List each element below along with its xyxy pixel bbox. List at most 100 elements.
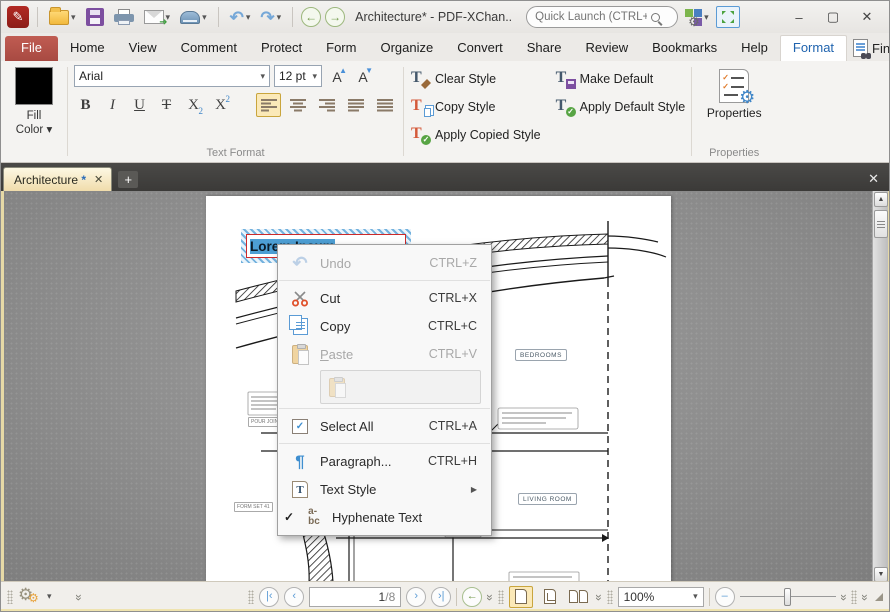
font-size-select[interactable]: 12 pt ▾ xyxy=(274,65,322,87)
properties-button[interactable]: ✓ ✓ ⚙ Properties xyxy=(701,65,768,124)
font-family-select[interactable]: Arial ▾ xyxy=(74,65,270,87)
tab-convert[interactable]: Convert xyxy=(445,36,515,61)
scrollbar-thumb[interactable] xyxy=(874,210,888,238)
tab-share[interactable]: Share xyxy=(515,36,574,61)
previous-view-button[interactable]: ← xyxy=(462,587,482,607)
chevron-down-icon[interactable]: ▾ xyxy=(704,12,709,23)
scroll-down-button[interactable]: ▼ xyxy=(874,567,888,582)
tab-close-icon[interactable]: ✕ xyxy=(94,173,103,186)
tab-home[interactable]: Home xyxy=(58,36,117,61)
overflow-button[interactable]: » xyxy=(858,594,872,600)
zoom-level-select[interactable]: 100% ▾ xyxy=(618,587,704,607)
scan-button[interactable]: ▾ xyxy=(177,4,210,30)
tab-view[interactable]: View xyxy=(117,36,169,61)
align-center-button[interactable] xyxy=(285,93,310,117)
chevron-down-icon[interactable]: ▾ xyxy=(202,12,207,23)
menu-item-paste[interactable]: Paste CTRL+V xyxy=(278,340,491,368)
minimize-button[interactable]: – xyxy=(783,5,815,29)
new-tab-button[interactable]: + xyxy=(118,171,138,188)
close-button[interactable]: ✕ xyxy=(851,5,883,29)
more-options-button[interactable]: » xyxy=(483,594,497,600)
more-zoom-button[interactable]: » xyxy=(836,594,850,600)
zoom-out-button[interactable]: – xyxy=(715,587,735,607)
tab-comment[interactable]: Comment xyxy=(169,36,249,61)
menu-item-undo[interactable]: ↶ Undo CTRL+Z xyxy=(278,249,491,277)
two-page-view-button[interactable] xyxy=(567,586,591,608)
italic-button[interactable]: I xyxy=(101,93,124,117)
continuous-view-button[interactable] xyxy=(538,586,562,608)
menu-item-hyphenate-text[interactable]: ✓ a-bc Hyphenate Text xyxy=(278,503,491,531)
ui-options-button[interactable]: ⚙ ▾ xyxy=(682,4,712,30)
grow-font-button[interactable]: A▲ xyxy=(326,65,348,87)
chevron-down-icon[interactable]: ▾ xyxy=(47,591,52,602)
tab-bookmarks[interactable]: Bookmarks xyxy=(640,36,729,61)
toolbar-grip[interactable] xyxy=(7,590,13,604)
bold-button[interactable]: B xyxy=(74,93,97,117)
menu-item-cut[interactable]: Cut CTRL+X xyxy=(278,284,491,312)
email-button[interactable]: ▾ xyxy=(141,4,174,30)
apply-copied-style-button[interactable]: T✓ Apply Copied Style xyxy=(410,123,541,147)
apply-default-style-button[interactable]: T✓ Apply Default Style xyxy=(555,95,686,119)
tab-form[interactable]: Form xyxy=(314,36,368,61)
chevron-down-icon[interactable]: ▾ xyxy=(246,12,251,23)
subscript-button[interactable]: X2 xyxy=(182,93,205,117)
menu-item-paragraph[interactable]: ¶ Paragraph... CTRL+H xyxy=(278,447,491,475)
fill-color-button[interactable]: Fill Color ▾ xyxy=(16,109,52,138)
tab-organize[interactable]: Organize xyxy=(368,36,445,61)
fullscreen-button[interactable] xyxy=(716,6,740,28)
tab-format[interactable]: Format xyxy=(780,35,847,61)
tab-help[interactable]: Help xyxy=(729,36,780,61)
redo-button[interactable]: ↷▾ xyxy=(257,4,284,30)
quick-launch-box[interactable] xyxy=(526,6,678,28)
save-button[interactable] xyxy=(83,4,107,30)
app-logo-icon[interactable]: ✎ xyxy=(7,6,29,28)
fill-color-swatch[interactable] xyxy=(15,67,53,105)
close-document-button[interactable]: ✕ xyxy=(860,171,887,191)
toolbar-grip[interactable] xyxy=(498,590,504,604)
print-button[interactable] xyxy=(111,4,137,30)
tab-review[interactable]: Review xyxy=(573,36,640,61)
history-forward-button[interactable]: → xyxy=(325,7,345,27)
expand-toolbar-button[interactable]: » xyxy=(71,594,85,600)
menu-item-copy[interactable]: Copy CTRL+C xyxy=(278,312,491,340)
first-page-button[interactable]: |‹ xyxy=(259,587,279,607)
document-canvas[interactable]: BEDROOMS LIVING ROOM POUR JOINT FORM SET… xyxy=(1,191,890,583)
undo-button[interactable]: ↶▾ xyxy=(227,4,254,30)
menu-item-text-style[interactable]: T Text Style ▶ xyxy=(278,475,491,503)
align-right-button[interactable] xyxy=(314,93,339,117)
justify-button[interactable] xyxy=(343,93,368,117)
tab-file[interactable]: File xyxy=(5,36,58,61)
zoom-slider[interactable] xyxy=(740,587,836,607)
superscript-button[interactable]: X2 xyxy=(209,93,232,117)
justify-all-button[interactable] xyxy=(372,93,397,117)
previous-page-button[interactable]: ‹ xyxy=(284,587,304,607)
history-back-button[interactable]: ← xyxy=(301,7,321,27)
chevron-down-icon[interactable]: ▾ xyxy=(71,12,76,23)
shrink-font-button[interactable]: A▼ xyxy=(352,65,374,87)
paste-option-icon[interactable] xyxy=(329,378,345,397)
page-number-input[interactable]: 1/8 xyxy=(309,587,401,607)
vertical-scrollbar[interactable]: ▲ ▼ xyxy=(872,191,888,583)
status-options-button[interactable]: ⚙ ⚙ xyxy=(18,587,42,607)
document-tab-architecture[interactable]: Architecture * ✕ xyxy=(3,167,112,191)
slider-thumb[interactable] xyxy=(784,588,791,606)
align-left-button[interactable] xyxy=(256,93,281,117)
paste-options-row[interactable] xyxy=(320,370,481,404)
open-button[interactable]: ▾ xyxy=(46,4,79,30)
next-page-button[interactable]: › xyxy=(406,587,426,607)
make-default-button[interactable]: T Make Default xyxy=(555,67,686,91)
single-page-view-button[interactable] xyxy=(509,586,533,608)
quick-launch-input[interactable] xyxy=(535,11,647,23)
toolbar-grip[interactable] xyxy=(607,590,613,604)
toolbar-grip[interactable] xyxy=(851,590,857,604)
copy-style-button[interactable]: T Copy Style xyxy=(410,95,541,119)
strikethrough-button[interactable]: T xyxy=(155,93,178,117)
tab-protect[interactable]: Protect xyxy=(249,36,314,61)
more-layouts-button[interactable]: » xyxy=(592,594,606,600)
toolbar-grip[interactable] xyxy=(248,590,254,604)
scroll-up-button[interactable]: ▲ xyxy=(874,192,888,207)
clear-style-button[interactable]: T Clear Style xyxy=(410,67,541,91)
menu-item-select-all[interactable]: ✓ Select All CTRL+A xyxy=(278,412,491,440)
maximize-button[interactable]: ▢ xyxy=(817,5,849,29)
chevron-down-icon[interactable]: ▾ xyxy=(277,12,282,23)
